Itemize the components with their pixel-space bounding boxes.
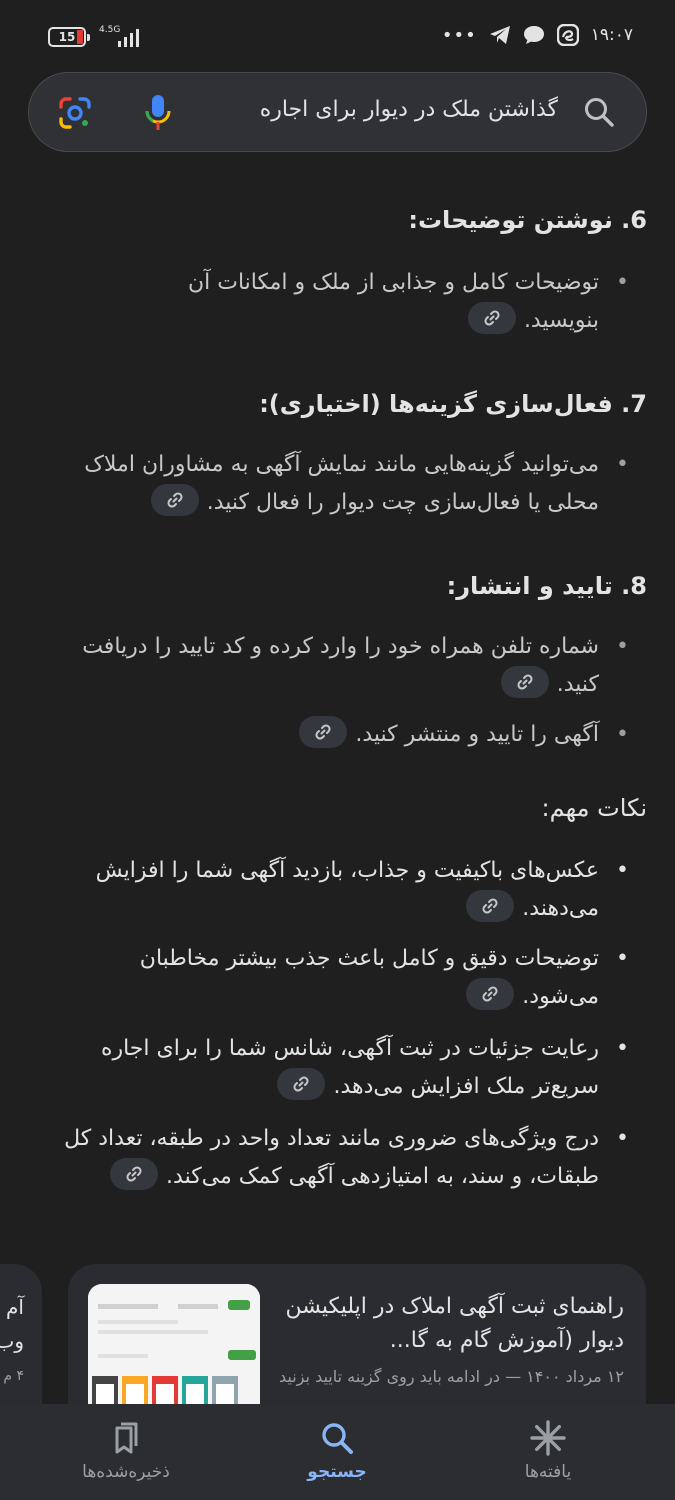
source-link-button[interactable]	[110, 1158, 159, 1190]
status-bar: 15 4.5G ••• ۱۹:۰۷	[0, 0, 675, 72]
source-link-button[interactable]	[467, 302, 516, 334]
app-notification-icon	[556, 24, 579, 46]
list-item: می‌توانید گزینه‌هایی مانند نمایش آگهی به…	[29, 446, 629, 522]
nav-discover[interactable]: یافته‌ها	[468, 1404, 628, 1500]
source-thumbnail	[88, 1284, 260, 1404]
link-icon	[126, 1166, 142, 1182]
thumbnail-image	[88, 1284, 260, 1404]
list-item: عکس‌های باکیفیت و جذاب، بازدید آگهی شما …	[59, 852, 629, 928]
more-notifications-icon: •••	[441, 24, 477, 46]
source-card-snippet: ۱۲ مرداد ۱۴۰۰ — در ادامه باید روی گزینه …	[274, 1367, 624, 1386]
search-bar[interactable]: گذاشتن ملک در دیوار برای اجاره	[28, 72, 647, 152]
link-icon	[315, 724, 331, 740]
notes-heading: نکات مهم:	[541, 794, 647, 822]
section-heading-8: 8. تایید و انتشار:	[446, 572, 647, 600]
nav-search[interactable]: جستجو	[257, 1404, 417, 1500]
bookmarks-icon	[115, 1422, 138, 1454]
battery-level: 15	[58, 30, 76, 44]
list-item: رعایت جزئیات در ثبت آگهی، شانس شما را بر…	[69, 1030, 629, 1106]
source-link-button[interactable]	[466, 890, 515, 922]
search-query[interactable]: گذاشتن ملک در دیوار برای اجاره	[260, 97, 558, 122]
list-item: شماره تلفن همراه خود را وارد کرده و کد ت…	[39, 628, 629, 704]
section-heading-7: 7. فعال‌سازی گزینه‌ها (اختیاری):	[259, 390, 647, 418]
list-item: توضیحات دقیق و کامل باعث جذب بیشتر مخاطب…	[89, 940, 629, 1016]
microphone-icon[interactable]	[141, 93, 175, 133]
battery-low-fill	[77, 30, 83, 44]
clock: ۱۹:۰۷	[590, 25, 633, 45]
source-card-partial[interactable]: آم وب ۴ م	[0, 1264, 42, 1404]
source-link-button[interactable]	[466, 978, 515, 1010]
nav-saved[interactable]: ذخیره‌شده‌ها	[46, 1404, 206, 1500]
list-item: توضیحات کامل و جذابی از ملک و امکانات آن…	[129, 264, 629, 340]
link-icon	[482, 898, 498, 914]
link-icon	[167, 492, 183, 508]
source-link-button[interactable]	[277, 1068, 326, 1100]
bottom-navigation: ذخیره‌شده‌ها جستجو یافته‌ها	[0, 1404, 675, 1500]
section-heading-6: 6. نوشتن توضیحات:	[408, 206, 647, 234]
search-icon[interactable]	[582, 95, 616, 129]
search-icon	[322, 1423, 353, 1454]
nav-discover-label: یافته‌ها	[524, 1462, 572, 1482]
source-card-date: ۴ م	[3, 1368, 24, 1384]
chat-icon	[523, 26, 544, 44]
list-item: آگهی را تایید و منتشر کنید.	[119, 716, 629, 754]
nav-saved-label: ذخیره‌شده‌ها	[82, 1462, 170, 1482]
list-item: درج ویژگی‌های ضروری مانند تعداد واحد در …	[39, 1120, 629, 1196]
link-icon	[482, 986, 498, 1002]
signal-icon	[118, 29, 139, 47]
status-right: ••• ۱۹:۰۷	[442, 24, 633, 46]
telegram-icon	[489, 26, 510, 44]
link-icon	[517, 674, 533, 690]
battery-icon: 15	[48, 27, 90, 47]
search-header: گذاشتن ملک در دیوار برای اجاره	[0, 72, 675, 164]
source-card[interactable]: راهنمای ثبت آگهی املاک در اپلیکیشن دیوار…	[68, 1264, 646, 1404]
source-card-title: راهنمای ثبت آگهی املاک در اپلیکیشن دیوار…	[285, 1294, 624, 1353]
google-lens-icon[interactable]	[57, 95, 93, 131]
ai-overview-content: 6. نوشتن توضیحات: توضیحات کامل و جذابی ا…	[0, 164, 675, 1404]
asterisk-icon	[530, 1420, 566, 1456]
link-icon	[293, 1076, 310, 1092]
source-card-title: آم وب	[0, 1295, 24, 1353]
source-link-button[interactable]	[500, 666, 549, 698]
nav-search-label: جستجو	[307, 1462, 367, 1482]
source-link-button[interactable]	[299, 716, 348, 748]
source-link-button[interactable]	[150, 484, 199, 516]
link-icon	[484, 310, 500, 326]
